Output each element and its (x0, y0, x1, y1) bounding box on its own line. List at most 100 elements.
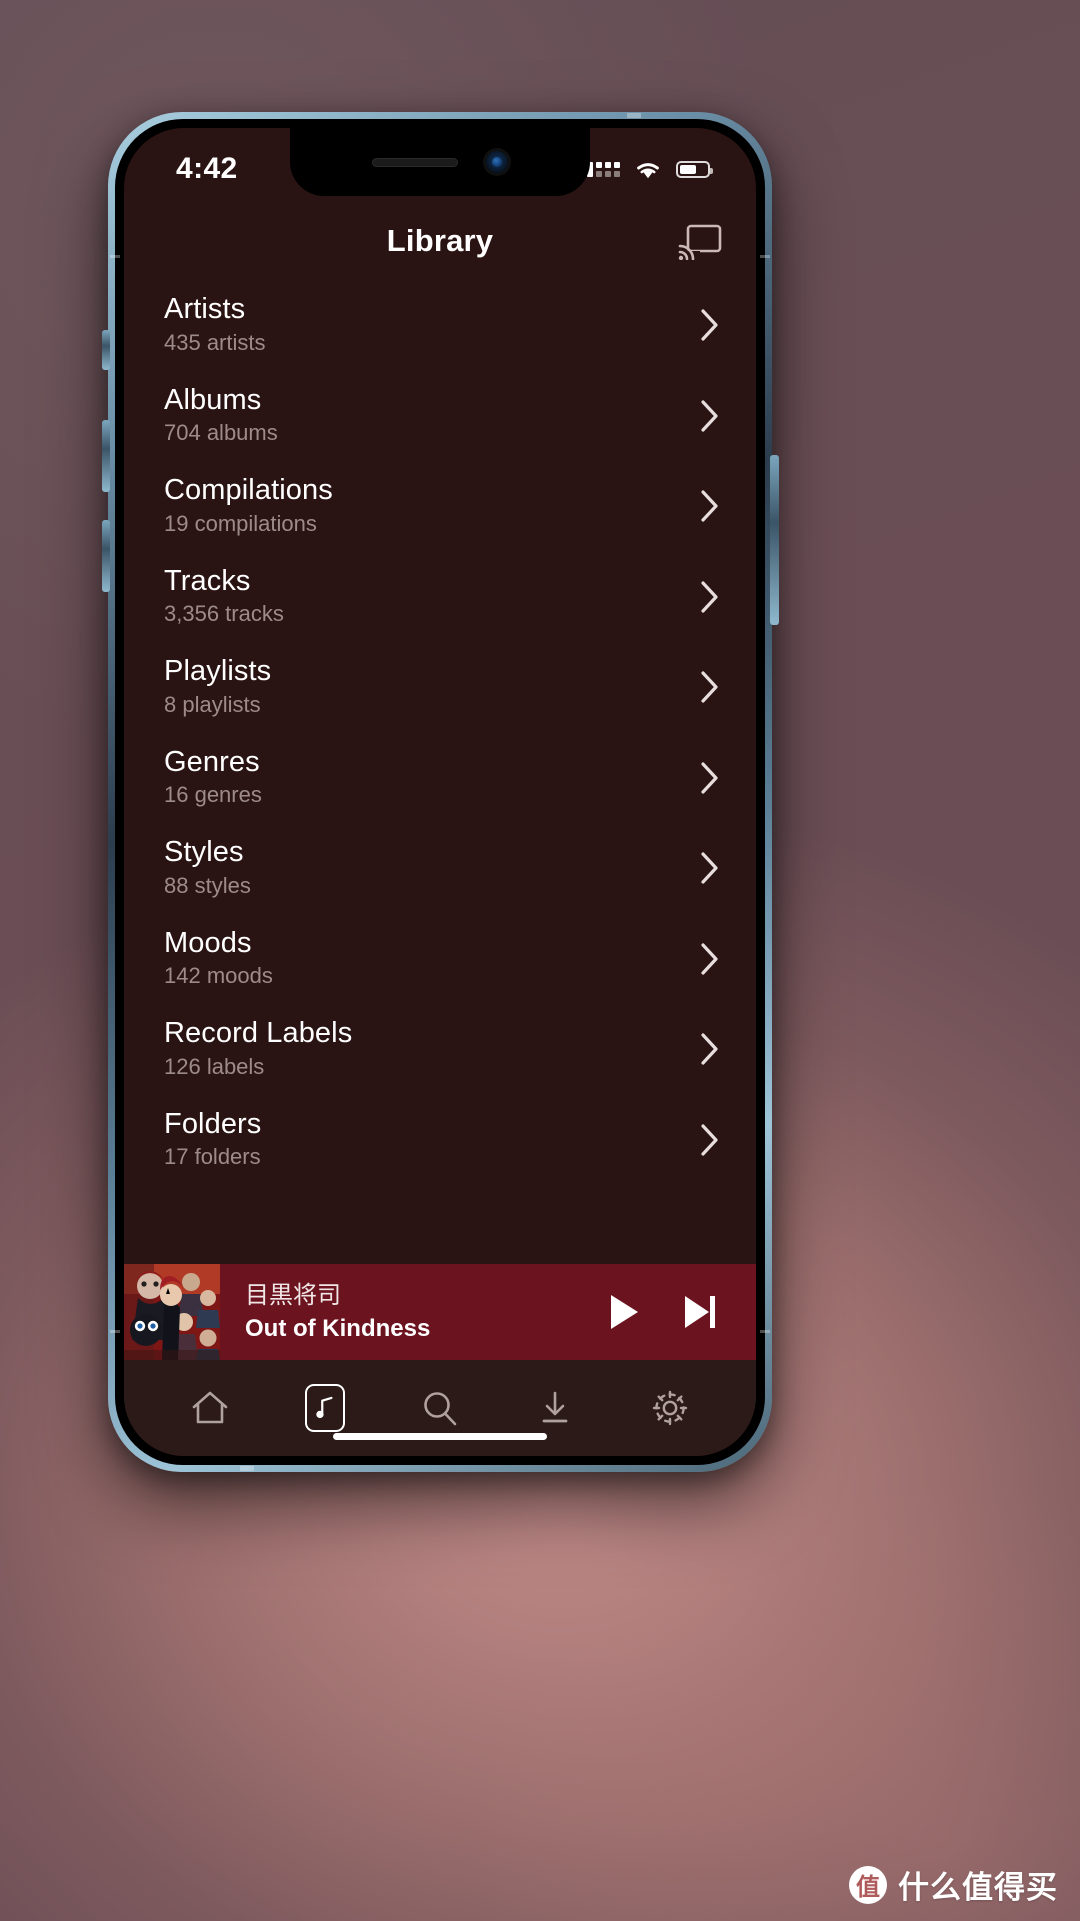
library-row-title: Playlists (164, 655, 272, 688)
antenna-band-top-left (110, 255, 120, 258)
library-row-tracks[interactable]: Tracks 3,356 tracks (124, 552, 756, 643)
front-camera (486, 151, 508, 173)
page-title: Library (386, 223, 494, 258)
chevron-right-icon (701, 309, 718, 341)
earpiece-speaker (372, 157, 458, 167)
library-row-title: Record Labels (164, 1017, 353, 1050)
desk-backdrop: 4:42 Library Artists 435 artists Albums … (0, 0, 1080, 1921)
nav-item-library[interactable] (289, 1377, 361, 1439)
bottom-navigation (124, 1360, 756, 1456)
library-row-moods[interactable]: Moods 142 moods (124, 914, 756, 1005)
now-playing-bar[interactable]: 目黒将司 Out of Kindness (124, 1264, 756, 1360)
chevron-right-icon (701, 762, 718, 794)
library-row-subtitle: 19 compilations (164, 510, 317, 536)
library-row-subtitle: 16 genres (164, 782, 262, 808)
chevron-right-icon (701, 943, 718, 975)
antenna-band-bottom-right (760, 1330, 770, 1333)
status-time: 4:42 (176, 152, 238, 185)
library-row-subtitle: 8 playlists (164, 691, 261, 717)
chevron-right-icon (701, 400, 718, 432)
chevron-right-icon (701, 671, 718, 703)
library-row-compilations[interactable]: Compilations 19 compilations (124, 461, 756, 552)
phone-screen: 4:42 Library Artists 435 artists Albums … (124, 128, 756, 1456)
power-button[interactable] (770, 455, 779, 625)
battery-icon (676, 160, 713, 178)
skip-next-button[interactable] (678, 1290, 722, 1334)
nav-active-indicator (304, 1384, 345, 1432)
cast-button[interactable] (678, 222, 722, 261)
nav-item-settings[interactable] (634, 1377, 706, 1439)
device-notch (290, 128, 590, 196)
library-row-title: Moods (164, 926, 252, 959)
now-playing-meta: 目黒将司 Out of Kindness (220, 1281, 592, 1344)
skip-next-icon (685, 1296, 715, 1328)
antenna-band-bottom-left (110, 1330, 120, 1333)
battery-fill (680, 164, 697, 174)
library-row-text: Moods 142 moods (164, 927, 686, 991)
chevron-right-icon (701, 581, 718, 613)
nav-item-home[interactable] (174, 1377, 246, 1439)
watermark-text: 什么值得买 (898, 1870, 1058, 1906)
library-row-title: Albums (164, 383, 262, 416)
nav-item-search[interactable] (404, 1377, 476, 1439)
library-row-text: Albums 704 albums (164, 384, 686, 448)
home-icon (192, 1391, 227, 1424)
antenna-band-top (627, 113, 641, 118)
library-row-title: Folders (164, 1107, 262, 1140)
antenna-band-top-right (760, 255, 770, 258)
library-row-text: Tracks 3,356 tracks (164, 565, 686, 629)
library-row-title: Compilations (164, 474, 333, 507)
library-row-subtitle: 142 moods (164, 963, 273, 989)
play-icon (611, 1295, 638, 1329)
library-row-subtitle: 126 labels (164, 1053, 265, 1079)
chevron-right-icon (701, 490, 718, 522)
download-icon (542, 1391, 568, 1423)
chevron-right-icon (701, 1124, 718, 1156)
wifi-icon (637, 162, 659, 178)
library-row-record-labels[interactable]: Record Labels 126 labels (124, 1004, 756, 1095)
watermark: 值 什么值得买 (849, 1862, 1058, 1907)
music-note-icon (316, 1396, 333, 1419)
library-list[interactable]: Artists 435 artists Albums 704 albums Co… (124, 280, 756, 1264)
now-playing-artist: 目黒将司 (245, 1281, 341, 1309)
cellular-grid-icon (587, 161, 620, 177)
phone-bezel: 4:42 Library Artists 435 artists Albums … (115, 119, 765, 1465)
chevron-right-icon (701, 852, 718, 884)
mute-switch[interactable] (102, 330, 110, 370)
album-artwork[interactable] (124, 1264, 220, 1360)
volume-down-button[interactable] (102, 520, 110, 592)
library-row-title: Styles (164, 836, 244, 869)
library-row-subtitle: 3,356 tracks (164, 601, 284, 627)
library-row-text: Record Labels 126 labels (164, 1017, 686, 1081)
status-icons (587, 151, 713, 180)
library-row-albums[interactable]: Albums 704 albums (124, 371, 756, 462)
library-row-subtitle: 88 styles (164, 872, 251, 898)
library-row-subtitle: 704 albums (164, 420, 278, 446)
home-indicator[interactable] (333, 1433, 547, 1440)
now-playing-track: Out of Kindness (245, 1314, 431, 1342)
library-row-folders[interactable]: Folders 17 folders (124, 1095, 756, 1186)
library-row-subtitle: 435 artists (164, 329, 266, 355)
library-row-title: Artists (164, 293, 246, 326)
gear-icon (653, 1390, 688, 1426)
album-artwork-image (124, 1264, 220, 1360)
antenna-band-bottom (240, 1466, 254, 1471)
library-row-text: Styles 88 styles (164, 836, 686, 900)
play-button[interactable] (602, 1290, 646, 1334)
library-row-playlists[interactable]: Playlists 8 playlists (124, 642, 756, 733)
volume-up-button[interactable] (102, 420, 110, 492)
nav-item-download[interactable] (519, 1377, 591, 1439)
chevron-right-icon (701, 1033, 718, 1065)
search-icon (424, 1392, 457, 1426)
library-row-text: Artists 435 artists (164, 293, 686, 357)
library-row-genres[interactable]: Genres 16 genres (124, 733, 756, 824)
library-row-styles[interactable]: Styles 88 styles (124, 823, 756, 914)
watermark-badge: 值 (849, 1865, 887, 1904)
cast-icon (678, 224, 722, 261)
app-header: Library (124, 202, 756, 280)
library-row-text: Genres 16 genres (164, 746, 686, 810)
library-row-title: Tracks (164, 564, 251, 597)
library-row-artists[interactable]: Artists 435 artists (124, 280, 756, 371)
library-row-subtitle: 17 folders (164, 1144, 261, 1170)
library-row-text: Folders 17 folders (164, 1108, 686, 1172)
